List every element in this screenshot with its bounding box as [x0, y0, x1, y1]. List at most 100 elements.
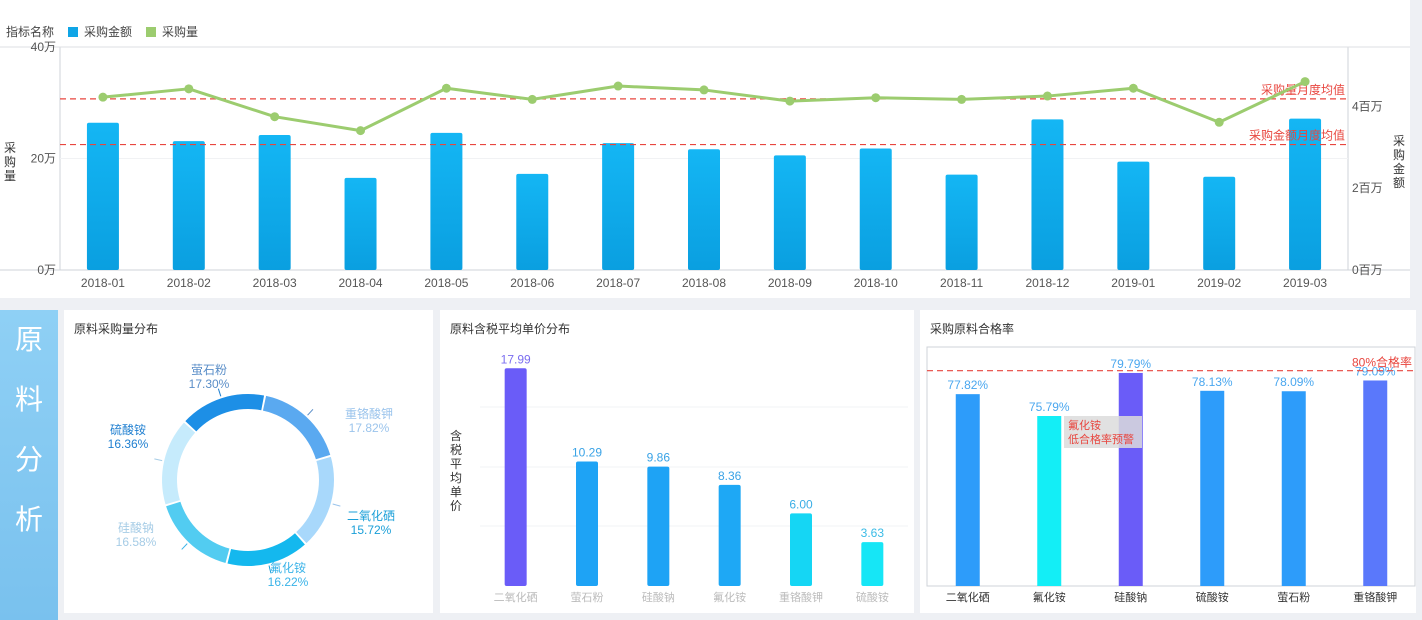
volume-point [1042, 91, 1052, 101]
left-tick-label: 40万 [31, 40, 56, 54]
x-tick-label: 2018-07 [596, 276, 640, 290]
left-tick-label: 0万 [37, 263, 56, 277]
amount-bar [172, 141, 205, 270]
x-tick-label: 2018-02 [167, 276, 211, 290]
donut-slice-value: 16.22% [268, 575, 309, 589]
amount-bar [859, 148, 892, 270]
price-bar [576, 461, 598, 586]
price-data-label: 8.36 [718, 469, 742, 483]
left-axis-title-char: 购 [4, 154, 16, 169]
rate-data-label: 75.79% [1029, 400, 1070, 414]
y-axis-title-char: 平 [450, 457, 462, 471]
x-tick-label: 2018-11 [940, 276, 983, 290]
price-bar [861, 542, 884, 586]
left-axis-title-char: 采 [4, 141, 16, 155]
volume-point [98, 92, 108, 102]
right-tick-label: 0百万 [1352, 263, 1383, 277]
price-bar [718, 484, 741, 586]
price-bar-chart: 含税平均单价 17.99 二氧化硒 10.29 萤石粉 9.86 硅酸钠 8.36 氟化铵 6.0… [450, 352, 908, 604]
plot-frame [926, 346, 1416, 587]
section-side-label: 原 料 分 析 [0, 310, 58, 620]
volume-point [957, 94, 967, 104]
amount-bar [516, 173, 549, 270]
price-data-label: 17.99 [501, 352, 531, 366]
volume-point [184, 84, 194, 94]
x-tick-label: 2019-01 [1111, 276, 1155, 290]
volume-point [1128, 83, 1138, 93]
amount-bar [1203, 176, 1236, 270]
volume-point [270, 112, 280, 122]
x-tick-label: 重铬酸钾 [779, 590, 823, 604]
side-label-char: 分 [14, 443, 43, 476]
x-tick-label: 氟化铵 [1033, 590, 1066, 604]
donut-slice-label: 二氧化硒 [347, 509, 395, 523]
donut-slice-label: 重铬酸钾 [345, 406, 393, 421]
volume-point [785, 96, 795, 106]
amount-bar [258, 134, 291, 270]
right-tick-label: 4百万 [1352, 99, 1383, 113]
side-label-char: 原 [14, 323, 43, 356]
rate-data-label: 77.82% [947, 378, 988, 392]
x-tick-label: 2018-06 [510, 276, 554, 290]
price-data-label: 3.63 [861, 526, 885, 540]
x-tick-label: 硅酸钠 [1114, 590, 1147, 604]
x-tick-label: 氟化铵 [713, 590, 746, 604]
x-tick-label: 2019-03 [1283, 276, 1327, 290]
x-tick-label: 2018-05 [424, 276, 468, 290]
donut-slice [262, 395, 331, 460]
price-data-label: 6.00 [789, 497, 813, 511]
volume-point [527, 94, 537, 104]
x-tick-label: 2018-08 [682, 276, 726, 290]
x-tick-label: 2018-12 [1025, 276, 1069, 290]
donut-slice-label: 硫酸铵 [110, 422, 146, 437]
volume-point [441, 83, 451, 93]
amount-bar [1031, 119, 1064, 270]
donut-slice [162, 422, 196, 505]
x-tick-label: 2018-01 [81, 276, 125, 290]
reference-line-label: 采购金额月度均值 [1249, 128, 1345, 143]
x-tick-label: 2018-03 [253, 276, 297, 290]
warning-annotation-text: 氟化铵 [1068, 418, 1101, 432]
donut-slice-value: 16.36% [108, 437, 149, 451]
rate-bar [1118, 372, 1143, 586]
y-axis-title-char: 均 [450, 471, 462, 485]
donut-leader-line [332, 503, 341, 507]
x-tick-label: 2018-04 [339, 276, 383, 290]
donut-slice [166, 501, 230, 564]
rate-bar-chart: 77.82% 二氧化硒 75.79% 氟化铵 79.79% 硅酸钠 78.13% 硫酸铵 78.… [926, 346, 1416, 604]
x-tick-label: 二氧化硒 [946, 590, 990, 604]
y-axis-title-char: 税 [450, 443, 462, 457]
donut-chart: 萤石粉17.30% 重铬酸钾17.82% 二氧化硒15.72% 氟化铵16.22% 硅酸… [108, 363, 395, 589]
price-data-label: 9.86 [647, 451, 671, 465]
price-bar [504, 368, 527, 586]
price-panel: 原料含税平均单价分布 含税平均单价 17.99 二氧化硒 10.29 萤石粉 9.86 硅酸… [440, 310, 914, 613]
left-axis-title-char: 量 [4, 169, 16, 183]
rate-data-label: 78.13% [1192, 375, 1233, 389]
amount-bar [945, 174, 978, 270]
rate-bar [1363, 380, 1388, 586]
rate-panel: 采购原料合格率 77.82% 二氧化硒 75.79% 氟化铵 79.79% 硅酸钠 78.1… [920, 310, 1416, 613]
volume-point [699, 85, 709, 95]
right-axis-title-char: 金 [1393, 161, 1405, 176]
side-label-char: 料 [14, 383, 43, 416]
donut-leader-line [181, 543, 188, 550]
rate-data-label: 78.09% [1273, 375, 1314, 389]
x-tick-label: 硫酸铵 [856, 590, 889, 604]
rate-bar [1281, 391, 1306, 586]
price-bar [647, 466, 670, 586]
distribution-panel: 原料采购量分布 萤石粉 17.30% 重铬酸钾 17.82% 二氧化硒 15.72% 氟化铵… [64, 310, 433, 613]
x-tick-label: 二氧化硒 [494, 590, 538, 604]
x-tick-label: 重铬酸钾 [1353, 590, 1397, 604]
amount-bar [344, 177, 377, 270]
combo-chart-panel: 指标名称 采购金额 采购量 0万 20万 40万 0百万 2百万 4百万采购量采购金额 20… [0, 0, 1410, 298]
y-axis-title-char: 含 [450, 428, 462, 443]
volume-point [613, 81, 623, 91]
side-label-char: 析 [14, 503, 43, 536]
rate-bar [1037, 416, 1062, 586]
donut-slice [296, 456, 334, 544]
reference-line-label: 80%合格率 [1352, 355, 1412, 370]
volume-point [871, 93, 881, 103]
donut-leader-line [154, 458, 163, 462]
x-tick-label: 萤石粉 [571, 591, 604, 604]
volume-point [1214, 117, 1224, 127]
